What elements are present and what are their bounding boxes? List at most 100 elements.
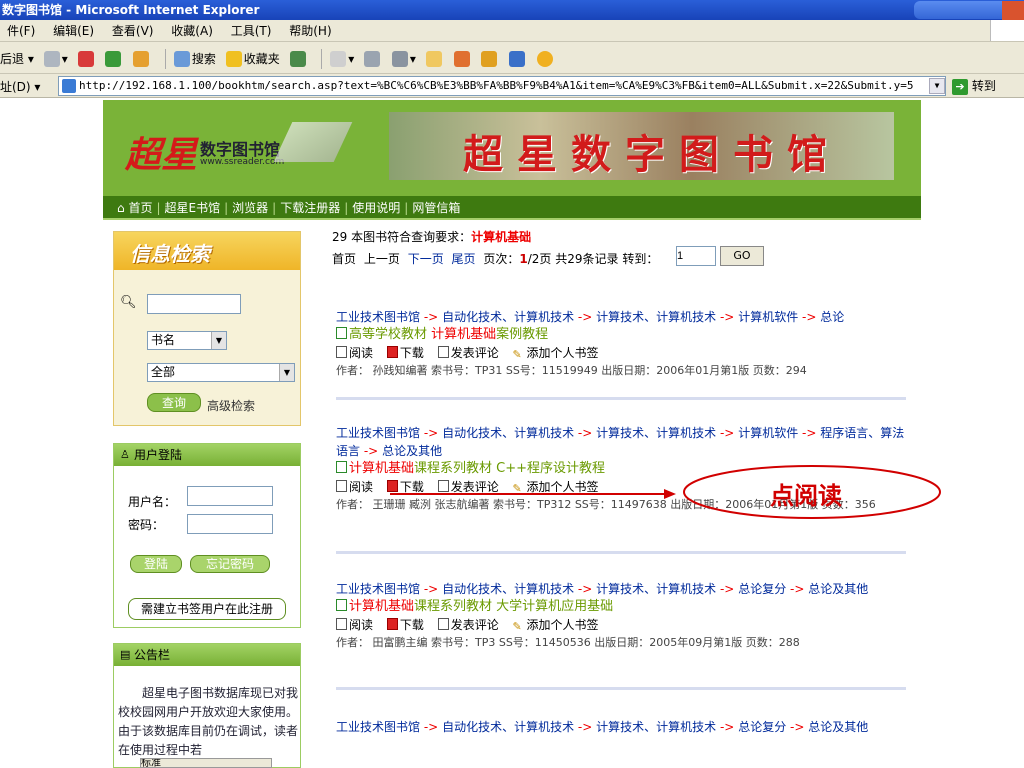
nav-ebook[interactable]: 超星E书馆 — [165, 201, 221, 215]
edit-button[interactable]: ▾ — [391, 43, 416, 74]
nav-browser[interactable]: 浏览器 — [232, 201, 268, 215]
search-panel-title: 信息检索 — [130, 242, 210, 266]
field-select[interactable]: 书名 ▼ — [147, 331, 227, 350]
forward-button[interactable]: ▾ — [43, 43, 68, 74]
category-link[interactable]: 工业技术图书馆 — [336, 582, 420, 596]
page-total: /2页 — [527, 252, 552, 266]
pager-last[interactable]: 尾页 — [452, 252, 480, 266]
comment-link[interactable]: 发表评论 — [437, 480, 499, 494]
history-button[interactable] — [289, 43, 308, 74]
print-button[interactable] — [364, 43, 382, 74]
title-part: 课程系列教材 大学计算机应用基础 — [414, 599, 614, 614]
bookmark-link[interactable]: ✎ 添加个人书签 — [513, 480, 599, 495]
comment-link[interactable]: 发表评论 — [437, 618, 499, 632]
password-input[interactable] — [187, 514, 273, 534]
notice-panel-header: ▤ 公告栏 — [114, 644, 300, 666]
category-link[interactable]: 自动化技术、计算机技术 — [442, 582, 574, 596]
download-link[interactable]: 下载 — [386, 346, 424, 360]
menu-tools[interactable]: 工具(T) — [224, 24, 279, 38]
download-link[interactable]: 下载 — [386, 618, 424, 632]
login-button[interactable]: 登陆 — [130, 555, 182, 573]
back-button[interactable]: 后退 ▾ — [0, 43, 34, 74]
mail-button[interactable]: ▾ — [330, 43, 354, 74]
forgot-password-button[interactable]: 忘记密码 — [190, 555, 270, 573]
home-button[interactable] — [133, 43, 151, 74]
keyword-input[interactable] — [147, 294, 241, 314]
menu-help[interactable]: 帮助(H) — [282, 24, 338, 38]
category-link[interactable]: 工业技术图书馆 — [336, 426, 420, 440]
category-link[interactable]: 总论及其他 — [808, 582, 868, 596]
app-icon — [509, 51, 526, 67]
comment-link[interactable]: 发表评论 — [437, 346, 499, 360]
category-link[interactable]: 自动化技术、计算机技术 — [442, 310, 574, 324]
category-link[interactable]: 自动化技术、计算机技术 — [442, 720, 574, 734]
tool-button-4[interactable] — [537, 43, 555, 74]
book-title-link[interactable]: 高等学校教材 计算机基础案例教程 — [336, 326, 906, 344]
query-term: 计算机基础 — [471, 230, 532, 244]
menu-view[interactable]: 查看(V) — [105, 24, 161, 38]
category-link[interactable]: 工业技术图书馆 — [336, 720, 420, 734]
advanced-search-link[interactable]: 高级检索 — [207, 397, 255, 414]
category-link[interactable]: 计算技术、计算机技术 — [596, 720, 716, 734]
category-link[interactable]: 总论及其他 — [382, 444, 442, 458]
scope-select[interactable]: 全部 ▼ — [147, 363, 295, 382]
favorites-button[interactable]: 收藏夹 — [225, 43, 280, 74]
nav-download-register[interactable]: 下载注册器 — [280, 201, 340, 215]
refresh-icon — [105, 51, 122, 67]
folder-button[interactable] — [425, 43, 444, 74]
bookmark-link[interactable]: ✎ 添加个人书签 — [513, 346, 599, 361]
search-button[interactable]: 搜索 — [173, 43, 216, 74]
address-dropdown-icon[interactable]: ▼ — [929, 78, 945, 94]
menu-file[interactable]: 件(F) — [0, 24, 42, 38]
bookmark-link[interactable]: ✎ 添加个人书签 — [512, 618, 599, 633]
stop-icon — [77, 51, 94, 67]
category-link[interactable]: 计算技术、计算机技术 — [596, 310, 716, 324]
nav-admin-mail[interactable]: 网管信箱 — [412, 201, 460, 215]
download-link[interactable]: 下载 — [386, 480, 424, 494]
category-link[interactable]: 总论及其他 — [808, 720, 868, 734]
username-input[interactable] — [187, 486, 273, 506]
pager-next[interactable]: 下一页 — [408, 252, 448, 266]
username-label: 用户名： — [128, 495, 177, 509]
stop-button[interactable] — [77, 43, 96, 74]
goto-page-input[interactable] — [676, 246, 716, 266]
category-link[interactable]: 总论复分 — [738, 720, 786, 734]
download-label: 下载 — [399, 346, 424, 360]
pager-prev[interactable]: 上一页 — [364, 252, 404, 266]
document-icon — [336, 327, 347, 339]
read-link[interactable]: 阅读 — [336, 480, 373, 494]
category-link[interactable]: 总论复分 — [738, 582, 786, 596]
tool-button-1[interactable] — [453, 43, 472, 74]
category-link[interactable]: 计算技术、计算机技术 — [596, 582, 716, 596]
read-link[interactable]: 阅读 — [336, 346, 373, 360]
book-title-link[interactable]: 计算机基础课程系列教材 大学计算机应用基础 — [336, 598, 906, 616]
address-bar: 址(D) ▾ http://192.168.1.100/bookhtm/sear… — [0, 74, 1024, 98]
category-link[interactable]: 计算技术、计算机技术 — [596, 426, 716, 440]
field-select-value: 书名 — [151, 333, 176, 347]
nav-help[interactable]: 使用说明 — [352, 201, 400, 215]
address-input[interactable]: http://192.168.1.100/bookhtm/search.asp?… — [58, 76, 946, 96]
category-link[interactable]: 计算机软件 — [738, 310, 798, 324]
nav-home[interactable]: 首页 — [128, 201, 152, 215]
address-label-text: 址(D) — [0, 80, 31, 94]
menu-favorites[interactable]: 收藏(A) — [164, 24, 220, 38]
category-link[interactable]: 自动化技术、计算机技术 — [442, 426, 574, 440]
register-button[interactable]: 需建立书签用户在此注册 — [128, 598, 286, 620]
page-icon — [336, 480, 347, 492]
document-icon — [336, 599, 347, 611]
tool-button-2[interactable] — [481, 43, 499, 74]
query-button[interactable]: 查询 — [147, 393, 201, 412]
category-link[interactable]: 计算机软件 — [738, 426, 798, 440]
category-link[interactable]: 工业技术图书馆 — [336, 310, 420, 324]
menu-edit[interactable]: 编辑(E) — [46, 24, 101, 38]
refresh-button[interactable] — [105, 43, 123, 74]
read-link[interactable]: 阅读 — [336, 618, 373, 632]
goto-go-button[interactable]: GO — [720, 246, 764, 266]
category-link[interactable]: 总论 — [820, 310, 844, 324]
pager-first[interactable]: 首页 — [332, 252, 360, 266]
tool-button-3[interactable] — [509, 43, 527, 74]
go-button[interactable]: ➔ 转到 — [952, 77, 996, 95]
pencil-icon: ✎ — [512, 620, 522, 633]
chevron-down-icon: ▼ — [279, 364, 294, 381]
close-window-button[interactable] — [1002, 1, 1024, 20]
